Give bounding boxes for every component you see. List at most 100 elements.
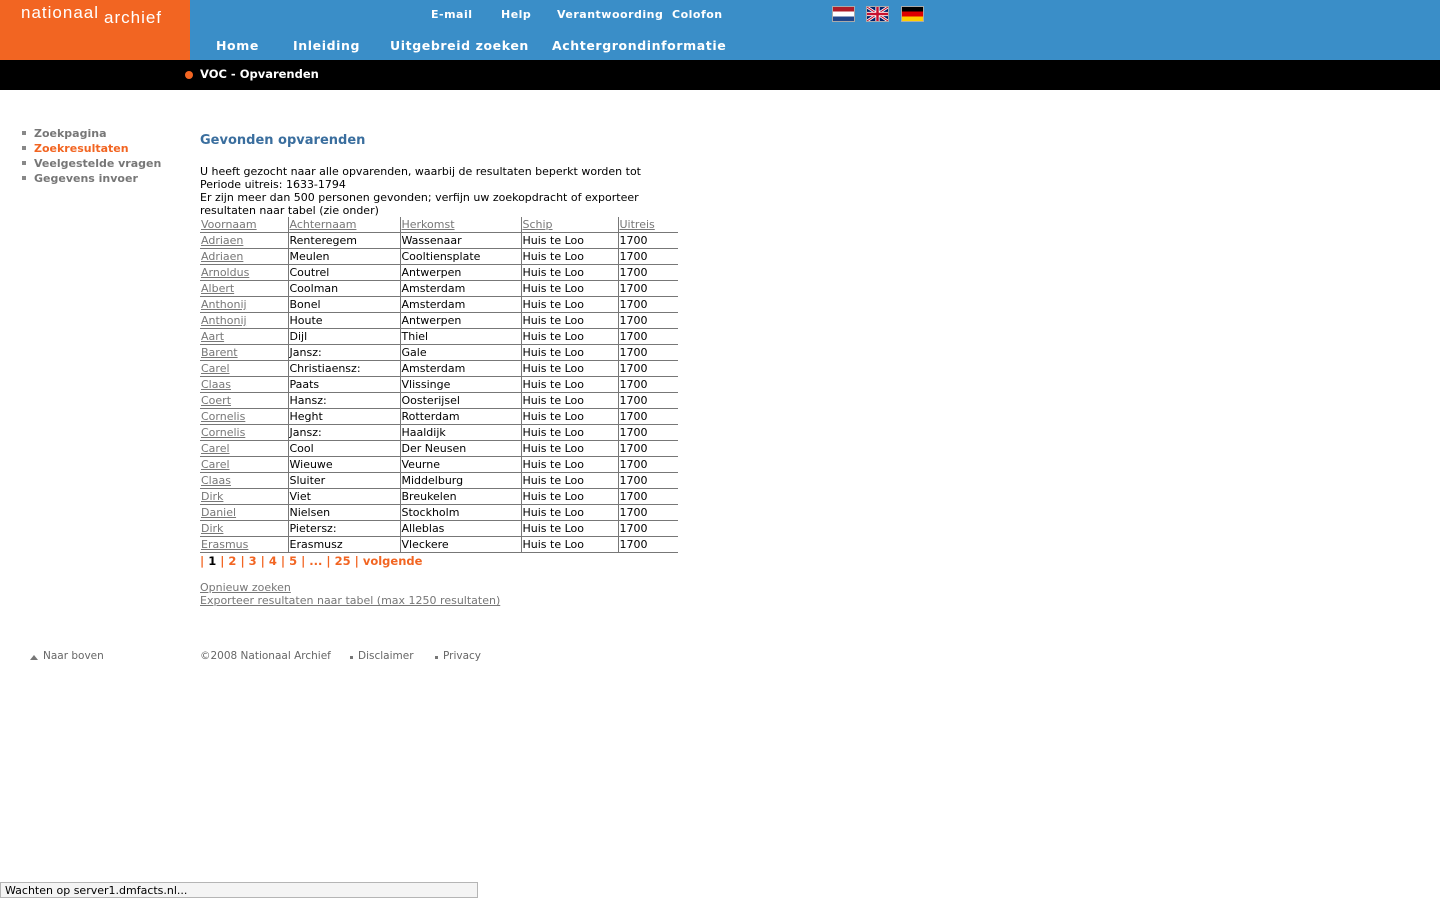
- cell-voornaam: Cornelis: [200, 408, 288, 425]
- table-cell: 1700: [617, 488, 678, 505]
- person-link[interactable]: Arnoldus: [201, 266, 249, 279]
- pager-page-link[interactable]: 25: [335, 554, 351, 568]
- person-link[interactable]: Adriaen: [201, 234, 243, 247]
- utility-link-colofon[interactable]: Colofon: [672, 8, 723, 21]
- cell-voornaam: Erasmus: [200, 536, 288, 553]
- cell-voornaam: Arnoldus: [200, 264, 288, 281]
- sidebar-item-zoekresultaten[interactable]: Zoekresultaten: [22, 141, 161, 156]
- new-search-link[interactable]: Opnieuw zoeken: [200, 581, 291, 594]
- nav-home[interactable]: Home: [216, 38, 259, 53]
- pager-next[interactable]: volgende: [363, 554, 423, 568]
- table-cell: Vlissinge: [399, 376, 521, 393]
- person-link[interactable]: Barent: [201, 346, 238, 359]
- table-cell: 1700: [617, 328, 678, 345]
- table-cell: Viet: [287, 488, 400, 505]
- person-link[interactable]: Carel: [201, 442, 230, 455]
- summary-line: Er zijn meer dan 500 personen gevonden; …: [200, 191, 639, 204]
- table-cell: Cool: [287, 440, 400, 457]
- nav-inleiding[interactable]: Inleiding: [293, 38, 360, 53]
- nl-flag-icon[interactable]: [832, 6, 855, 22]
- pager-page-link[interactable]: ...: [309, 554, 322, 568]
- disclaimer-link[interactable]: Disclaimer: [358, 650, 414, 662]
- sidebar-item-gegevens-invoer[interactable]: Gegevens invoer: [22, 171, 161, 186]
- sidebar-item-label: Veelgestelde vragen: [34, 157, 162, 170]
- table-cell: Wieuwe: [287, 456, 400, 473]
- sidebar-item-veelgestelde-vragen[interactable]: Veelgestelde vragen: [22, 156, 161, 171]
- person-link[interactable]: Albert: [201, 282, 234, 295]
- pager-page-link[interactable]: 4: [269, 554, 277, 568]
- person-link[interactable]: Daniel: [201, 506, 236, 519]
- table-cell: 1700: [617, 408, 678, 425]
- table-row: Claas Sluiter Middelburg Huis te Loo 1700: [200, 472, 678, 489]
- table-cell: Amsterdam: [399, 280, 521, 297]
- table-cell: 1700: [617, 248, 678, 265]
- utility-link-email[interactable]: E-mail: [431, 8, 473, 21]
- de-flag-icon[interactable]: [901, 6, 924, 22]
- person-link[interactable]: Carel: [201, 362, 230, 375]
- table-cell: 1700: [617, 520, 678, 537]
- nav-uitgebreid-zoeken[interactable]: Uitgebreid zoeken: [390, 38, 529, 53]
- pager-separator: |: [326, 554, 331, 568]
- privacy-link[interactable]: Privacy: [443, 650, 481, 662]
- table-cell: 1700: [617, 504, 678, 521]
- pager-separator: |: [280, 554, 286, 568]
- column-header-schip[interactable]: Schip: [520, 217, 618, 233]
- back-to-top-link[interactable]: Naar boven: [43, 650, 104, 662]
- table-cell: 1700: [617, 296, 678, 313]
- logo-word-archief: archief: [104, 8, 163, 27]
- column-header-uitreis[interactable]: Uitreis: [617, 217, 678, 233]
- pager-page-link[interactable]: 2: [228, 554, 236, 568]
- table-row: Anthonij Bonel Amsterdam Huis te Loo 1700: [200, 296, 678, 313]
- person-link[interactable]: Claas: [201, 474, 231, 487]
- pager-separator: |: [260, 554, 265, 568]
- table-row: Arnoldus Coutrel Antwerpen Huis te Loo 1700: [200, 264, 678, 281]
- person-link[interactable]: Adriaen: [201, 250, 243, 263]
- utility-link-verantwoording[interactable]: Verantwoording: [557, 8, 663, 21]
- table-cell: 1700: [617, 440, 678, 457]
- person-link[interactable]: Claas: [201, 378, 231, 391]
- person-link[interactable]: Aart: [201, 330, 224, 343]
- nav-achtergrondinformatie[interactable]: Achtergrondinformatie: [552, 38, 726, 53]
- pager-page-link[interactable]: 3: [249, 554, 257, 568]
- gb-flag-icon[interactable]: [866, 6, 889, 22]
- person-link[interactable]: Carel: [201, 458, 230, 471]
- table-cell: 1700: [617, 472, 678, 489]
- table-row: Dirk Pietersz: Alleblas Huis te Loo 1700: [200, 520, 678, 537]
- table-cell: Amsterdam: [399, 296, 521, 313]
- table-cell: Antwerpen: [399, 312, 521, 329]
- person-link[interactable]: Cornelis: [201, 426, 245, 439]
- table-cell: Huis te Loo: [520, 296, 618, 313]
- pager-page-link[interactable]: 5: [289, 554, 297, 568]
- column-header-herkomst[interactable]: Herkomst: [399, 217, 521, 233]
- person-link[interactable]: Erasmus: [201, 538, 248, 551]
- person-link[interactable]: Coert: [201, 394, 231, 407]
- cell-voornaam: Aart: [200, 328, 288, 345]
- pager-separator: |: [220, 554, 225, 568]
- column-header-achternaam[interactable]: Achternaam: [287, 217, 400, 233]
- table-cell: Huis te Loo: [520, 456, 618, 473]
- person-link[interactable]: Anthonij: [201, 314, 247, 327]
- table-cell: Huis te Loo: [520, 440, 618, 457]
- cell-voornaam: Anthonij: [200, 312, 288, 329]
- table-cell: Huis te Loo: [520, 536, 618, 553]
- table-cell: Renteregem: [287, 232, 400, 249]
- table-cell: Huis te Loo: [520, 328, 618, 345]
- table-row: Claas Paats Vlissinge Huis te Loo 1700: [200, 376, 678, 393]
- person-link[interactable]: Cornelis: [201, 410, 245, 423]
- pager-separator: |: [301, 554, 306, 568]
- nationaal-archief-logo[interactable]: nationaal archief: [0, 0, 190, 60]
- person-link[interactable]: Anthonij: [201, 298, 247, 311]
- person-link[interactable]: Dirk: [201, 490, 223, 503]
- sidebar-item-zoekpagina[interactable]: Zoekpagina: [22, 126, 161, 141]
- person-link[interactable]: Dirk: [201, 522, 223, 535]
- table-cell: Huis te Loo: [520, 408, 618, 425]
- sidebar-item-label: Zoekresultaten: [34, 142, 129, 155]
- utility-link-help[interactable]: Help: [501, 8, 531, 21]
- table-cell: Sluiter: [287, 472, 400, 489]
- table-cell: Huis te Loo: [520, 312, 618, 329]
- bullet-square-icon: [350, 656, 353, 659]
- table-cell: Huis te Loo: [520, 520, 618, 537]
- column-header-voornaam[interactable]: Voornaam: [200, 217, 288, 233]
- bullet-square-icon: [22, 161, 26, 165]
- export-results-link[interactable]: Exporteer resultaten naar tabel (max 125…: [200, 594, 500, 607]
